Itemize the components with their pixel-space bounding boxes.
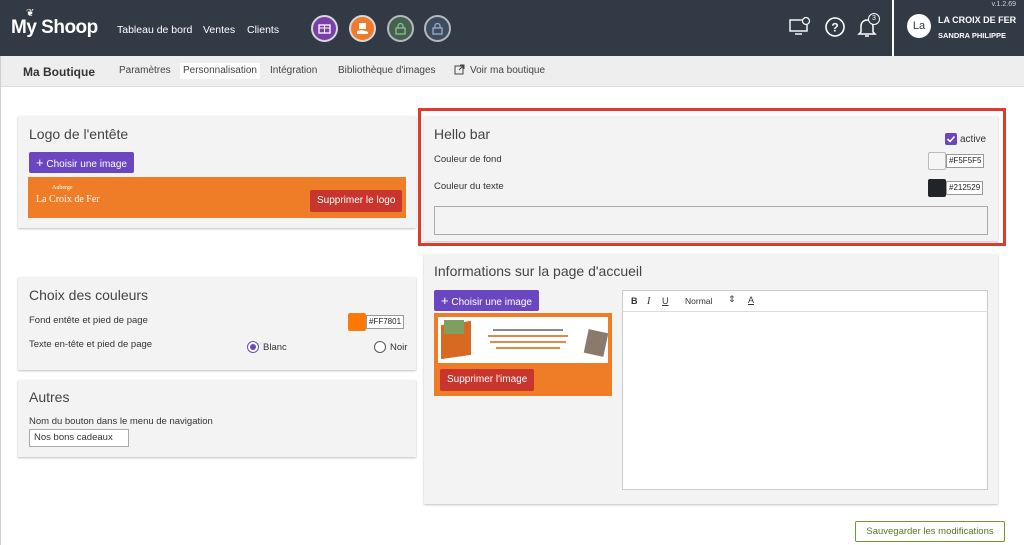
radio-black[interactable] (374, 341, 386, 353)
logo-preview-name: La Croix de Fer (36, 194, 100, 205)
choose-logo-button[interactable]: + Choisir une image (29, 152, 134, 173)
external-link-icon (454, 64, 465, 78)
page-title: Ma Boutique (23, 65, 95, 79)
save-button[interactable]: Sauvegarder les modifications (855, 521, 1005, 542)
rich-text-editor[interactable] (622, 290, 988, 490)
left-edge (0, 56, 1, 545)
user-name[interactable]: SANDRA PHILIPPE (938, 31, 1006, 40)
plus-icon: + (36, 155, 44, 170)
italic-button[interactable]: I (647, 296, 650, 307)
tab-image-library[interactable]: Bibliothèque d'images (335, 63, 439, 79)
bg-color-hex[interactable]: #FF7801 (366, 315, 405, 329)
text-color-label: Texte en-tête et pied de page (29, 339, 153, 350)
bg-color-label: Fond entête et pied de page (29, 315, 148, 326)
editor-toolbar (622, 290, 988, 312)
avatar[interactable]: La (907, 14, 931, 38)
nav-button-label: Nom du bouton dans le menu de navigation (29, 416, 213, 427)
choose-image-button[interactable]: + Choisir une image (434, 290, 539, 311)
app-logo[interactable]: ❦ My Shoop (11, 8, 98, 39)
logo-card-title: Logo de l'entête (29, 126, 129, 142)
text-color-button[interactable]: A (748, 295, 754, 305)
highlight-box (418, 108, 1006, 246)
help-icon[interactable]: ? (823, 15, 847, 39)
nav-sales[interactable]: Ventes (203, 24, 235, 36)
shop-name[interactable]: LA CROIX DE FER (938, 15, 1016, 25)
gift-card-icon[interactable] (311, 15, 338, 42)
notification-count: 3 (868, 13, 880, 25)
lock-icon[interactable] (387, 15, 414, 42)
tab-integration[interactable]: Intégration (267, 63, 320, 79)
bg-color-swatch[interactable] (348, 313, 366, 331)
radio-white-label[interactable]: Blanc (263, 342, 287, 353)
chevron-up-down-icon[interactable]: ⇕ (728, 294, 736, 305)
underline-button[interactable]: U (662, 296, 669, 306)
plus-icon: + (441, 293, 449, 308)
svg-text:?: ? (831, 21, 838, 35)
delete-image-button[interactable]: Supprimer l'image (440, 369, 535, 391)
nav-clients[interactable]: Clients (247, 24, 279, 36)
radio-white[interactable] (247, 341, 259, 353)
nav-dashboard[interactable]: Tableau de bord (117, 24, 192, 36)
tab-view-shop[interactable]: Voir ma boutique (467, 63, 548, 79)
colors-card-title: Choix des couleurs (29, 287, 149, 303)
lock-icon[interactable] (424, 15, 451, 42)
other-card-title: Autres (29, 389, 70, 405)
bold-button[interactable]: B (631, 296, 638, 306)
tab-parametres[interactable]: Paramètres (116, 63, 174, 79)
home-image-thumbnail (438, 317, 609, 363)
hand-gift-icon[interactable] (349, 15, 376, 42)
logo-gift-icon: ❦ (26, 8, 34, 19)
format-select[interactable]: Normal (685, 296, 712, 306)
radio-black-label[interactable]: Noir (390, 342, 407, 353)
monitor-settings-icon[interactable] (788, 15, 812, 39)
home-info-title: Informations sur la page d'accueil (434, 263, 643, 279)
delete-logo-button[interactable]: Supprimer le logo (310, 190, 403, 212)
version-label: v.1.2.69 (991, 1, 1016, 8)
nav-button-input[interactable]: Nos bons cadeaux (29, 429, 129, 447)
divider (892, 0, 894, 56)
logo-preview-small: Auberge (52, 185, 73, 191)
tab-personnalisation[interactable]: Personnalisation (180, 63, 260, 79)
